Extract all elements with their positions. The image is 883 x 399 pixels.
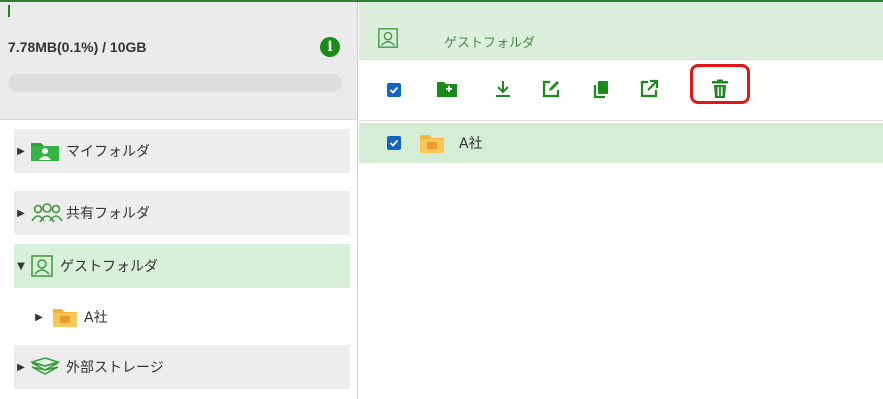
open-external-button[interactable] <box>635 75 663 103</box>
tree-item-label: マイフォルダ <box>66 144 150 160</box>
tree-item-label: 外部ストレージ <box>66 360 164 376</box>
row-checkbox[interactable] <box>387 136 401 150</box>
expand-arrow-icon[interactable]: ▶ <box>14 362 28 373</box>
toolbar <box>359 61 883 121</box>
my-folder-icon <box>30 140 60 162</box>
expand-arrow-icon[interactable]: ▶ <box>14 208 28 219</box>
expand-arrow-icon[interactable]: ▶ <box>32 312 46 323</box>
expand-arrow-icon[interactable]: ▶ <box>14 146 28 157</box>
copy-icon <box>591 79 611 99</box>
quota-text: 7.78MB(0.1%) / 10GB <box>8 39 147 55</box>
folder-icon <box>52 306 78 328</box>
layers-icon <box>30 356 60 378</box>
tree-item-my-folder[interactable]: ▶ マイフォルダ <box>14 129 350 173</box>
trash-icon <box>711 79 729 99</box>
left-panel: 7.78MB(0.1%) / 10GB i ▶ マイフォルダ ▶ 共有フォルダ … <box>0 2 358 399</box>
copy-button[interactable] <box>587 75 615 103</box>
download-icon <box>493 79 513 99</box>
tree-item-label: 共有フォルダ <box>66 206 150 222</box>
info-icon[interactable]: i <box>320 37 340 57</box>
file-row[interactable]: A社 <box>359 123 883 163</box>
current-folder-title: ゲストフォルダ <box>444 36 536 51</box>
quota-progress-fill <box>8 5 10 17</box>
tree-item-guest-folder[interactable]: ▼ ゲストフォルダ <box>14 244 350 288</box>
storage-quota: 7.78MB(0.1%) / 10GB i <box>0 2 358 120</box>
folder-icon <box>419 132 445 154</box>
shared-users-icon <box>30 202 64 224</box>
select-all-checkbox[interactable] <box>387 83 401 97</box>
guest-user-icon <box>30 254 54 278</box>
tree-item-label: A社 <box>84 310 108 326</box>
panel-divider[interactable] <box>357 2 358 399</box>
tree-item-shared-folder[interactable]: ▶ 共有フォルダ <box>14 191 350 235</box>
tree-item-external-storage[interactable]: ▶ 外部ストレージ <box>14 345 350 389</box>
download-button[interactable] <box>489 75 517 103</box>
tree-item-label: ゲストフォルダ <box>60 259 158 275</box>
edit-button[interactable] <box>537 75 565 103</box>
open-external-icon <box>639 79 659 99</box>
quota-progress-bar <box>8 74 342 92</box>
edit-icon <box>541 79 561 99</box>
guest-user-icon <box>377 27 399 49</box>
new-folder-icon <box>436 80 458 98</box>
new-folder-button[interactable] <box>433 75 461 103</box>
delete-button[interactable] <box>706 75 734 103</box>
tree-item-a-company[interactable]: ▶ A社 <box>14 295 350 339</box>
file-name: A社 <box>459 136 483 152</box>
right-panel: ゲストフォルダ A社 <box>359 2 883 399</box>
collapse-arrow-icon[interactable]: ▼ <box>14 261 28 272</box>
folder-header: ゲストフォルダ <box>359 2 883 60</box>
